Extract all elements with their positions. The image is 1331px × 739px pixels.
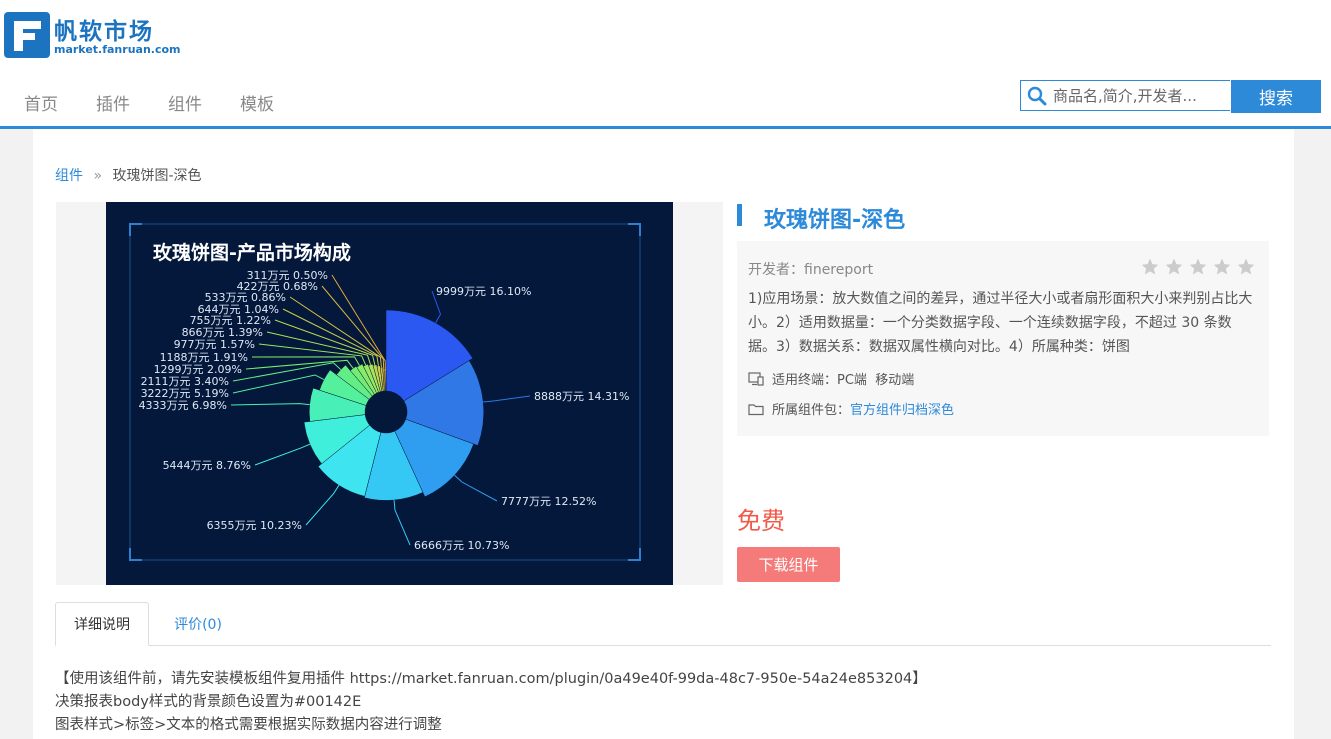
star-icon[interactable] [1211, 257, 1233, 277]
chart-panel: 玫瑰饼图-产品市场构成 9999万元 16.10% 8888万元 14.31% 77… [106, 202, 673, 585]
search-box [1020, 80, 1230, 111]
breadcrumb-link-components[interactable]: 组件 [55, 168, 83, 184]
data-label: 644万元 1.04% [198, 303, 279, 316]
main-nav: 首页 插件 组件 模板 [24, 90, 312, 115]
data-label: 3222万元 5.19% [141, 387, 229, 400]
package-label: 所属组件包： [772, 403, 851, 418]
chart-center-hole [365, 391, 407, 433]
breadcrumb-current: 玫瑰饼图-深色 [112, 168, 202, 184]
device-icon [748, 371, 764, 386]
star-icon[interactable] [1235, 257, 1257, 277]
folder-icon [748, 403, 764, 415]
terminal-values: PC端 移动端 [837, 373, 915, 388]
nav-templates[interactable]: 模板 [240, 90, 274, 115]
breadcrumb-separator: » [93, 168, 103, 184]
tab-reviews[interactable]: 评价(0) [153, 602, 243, 645]
rose-pie-chart: 玫瑰饼图-产品市场构成 9999万元 16.10% 8888万元 14.31% 77… [129, 223, 641, 561]
data-label: 6355万元 10.23% [207, 519, 302, 532]
data-label: 977万元 1.57% [174, 338, 255, 351]
detail-line: 决策报表body样式的背景颜色设置为#00142E [55, 694, 362, 710]
main-content: 组件 » 玫瑰饼图-深色 玫瑰饼图-产品市场构成 9999万元 16.10% 88… [33, 129, 1294, 739]
developer-label: 开发者：finereport [748, 262, 874, 278]
terminal-label: 适用终端： [772, 373, 838, 388]
label-leader-line [266, 331, 372, 365]
nav-home[interactable]: 首页 [24, 90, 58, 115]
price: 免费 [737, 507, 785, 535]
label-leader-line [274, 319, 376, 366]
search-input[interactable] [1053, 86, 1223, 105]
chart-title: 玫瑰饼图-产品市场构成 [153, 241, 351, 264]
product-description: 1)应用场景：放大数值之间的差异，通过半径大小或者扇形面积大小来判别占比大小。2… [748, 291, 1253, 355]
star-icon[interactable] [1187, 257, 1209, 277]
data-label: 7777万元 12.52% [501, 495, 596, 508]
download-button[interactable]: 下载组件 [737, 547, 840, 582]
label-leader-line [483, 395, 531, 403]
data-label: 9999万元 16.10% [436, 285, 531, 298]
data-label: 311万元 0.50% [247, 269, 328, 282]
data-label: 1299万元 2.09% [154, 363, 242, 376]
label-leader-line [454, 474, 498, 502]
site-header: 帆软市场 market.fanruan.com 首页 插件 组件 模板 搜索 [0, 0, 1331, 126]
data-label: 5444万元 8.76% [163, 459, 251, 472]
label-leader-line [305, 484, 340, 526]
label-leader-line [232, 374, 325, 394]
label-leader-line [393, 500, 411, 546]
detail-line: 图表样式>标签>文本的格式需要根据实际数据内容进行调整 [55, 717, 442, 733]
breadcrumb: 组件 » 玫瑰饼图-深色 [55, 165, 202, 185]
package-link[interactable]: 官方组件归档深色 [850, 399, 954, 418]
rating-stars[interactable] [1139, 257, 1259, 277]
star-icon[interactable] [1139, 257, 1161, 277]
detail-tabs: 详细说明 评价(0) [55, 602, 1271, 646]
title-accent-bar [737, 204, 742, 226]
data-label: 866万元 1.39% [182, 326, 263, 339]
label-leader-line [254, 443, 311, 466]
package-row: 所属组件包： 官方组件归档深色 [748, 399, 954, 418]
logo-icon[interactable] [4, 12, 50, 58]
detail-line: 【使用该组件前，请先安装模板组件复用插件 https://market.fanr… [55, 671, 927, 687]
terminal-row: 适用终端： PC端 移动端 [748, 369, 914, 388]
star-icon[interactable] [1163, 257, 1185, 277]
product-info-card: 开发者：finereport 1)应用场景：放大数值之间的差异，通过半径大小或者… [737, 241, 1269, 436]
label-leader-line [230, 403, 310, 406]
product-title: 玫瑰饼图-深色 [764, 208, 906, 233]
product-preview[interactable]: 玫瑰饼图-产品市场构成 9999万元 16.10% 8888万元 14.31% 77… [56, 202, 723, 585]
data-label: 8888万元 14.31% [534, 390, 629, 403]
data-label: 4333万元 6.98% [139, 399, 227, 412]
logo-domain: market.fanruan.com [54, 43, 181, 56]
label-leader-line [245, 359, 354, 370]
logo-text[interactable]: 帆软市场 [54, 12, 154, 46]
detail-content: 【使用该组件前，请先安装模板组件复用插件 https://market.fanr… [55, 668, 927, 737]
search-icon [1027, 86, 1047, 105]
nav-components[interactable]: 组件 [168, 90, 202, 115]
tab-details[interactable]: 详细说明 [55, 602, 149, 646]
data-label: 1188万元 1.91% [160, 351, 248, 364]
data-label: 2111万元 3.40% [141, 375, 229, 388]
search-button[interactable]: 搜索 [1231, 80, 1321, 113]
data-label: 6666万元 10.73% [414, 539, 509, 552]
nav-plugins[interactable]: 插件 [96, 90, 130, 115]
